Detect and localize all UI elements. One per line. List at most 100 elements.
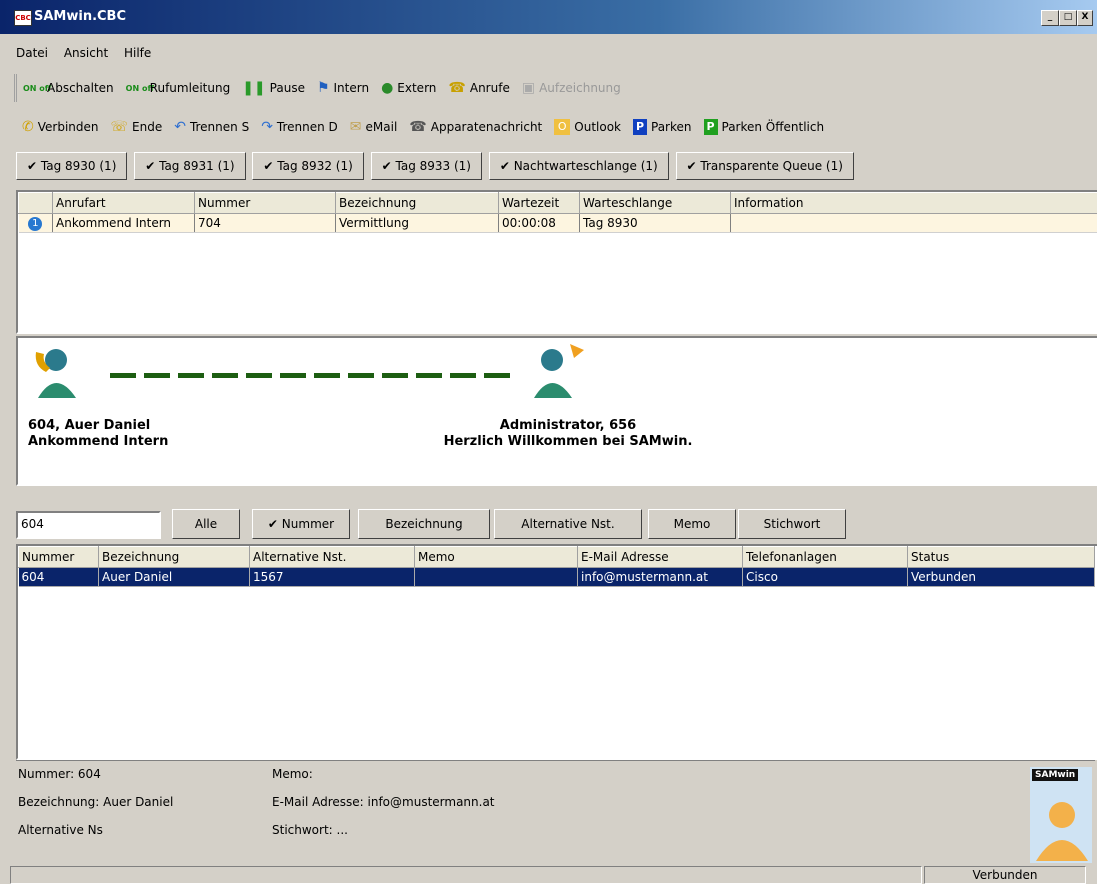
menu-ansicht[interactable]: Ansicht	[62, 44, 110, 62]
cell-memo	[414, 567, 578, 587]
column-header[interactable]: Bezeichnung	[98, 546, 250, 568]
status-bar: Verbunden	[0, 864, 1097, 884]
phone-hangup-icon: ☏	[110, 119, 129, 135]
tab-tag-8933[interactable]: ✔ Tag 8933 (1)	[370, 152, 482, 180]
alle-button[interactable]: Alle	[172, 509, 240, 539]
detail-email: E-Mail Adresse: info@mustermann.at	[272, 795, 495, 809]
search-input[interactable]: 604	[16, 511, 161, 539]
trennen-d-label: Trennen D	[276, 120, 338, 134]
outlook-button[interactable]: O Outlook	[554, 119, 621, 135]
alternative-nst-filter-button[interactable]: Alternative Nst.	[494, 509, 642, 539]
callee-greeting: Herzlich Willkommen bei SAMwin.	[443, 434, 693, 449]
column-header[interactable]: Information	[730, 192, 1097, 214]
anrufe-button[interactable]: ☎ Anrufe	[448, 80, 509, 96]
app-icon: CBC	[14, 10, 32, 26]
callee-name: Administrator, 656	[499, 418, 637, 433]
minimize-button[interactable]: _	[1041, 10, 1059, 26]
trennen-s-button[interactable]: ↶ Trennen S	[174, 119, 249, 135]
caller-type: Ankommend Intern	[28, 434, 169, 449]
split-icon: ↶	[174, 119, 186, 135]
column-header[interactable]: Alternative Nst.	[249, 546, 415, 568]
bezeichnung-filter-button[interactable]: Bezeichnung	[358, 509, 490, 539]
column-header[interactable]	[18, 192, 53, 214]
apparatenachricht-button[interactable]: ☎ Apparatenachricht	[409, 119, 542, 135]
queue-filter-tabs: ✔ Tag 8930 (1) ✔ Tag 8931 (1) ✔ Tag 8932…	[16, 152, 857, 184]
calls-icon: ☎	[448, 80, 466, 96]
stichwort-filter-button[interactable]: Stichwort	[738, 509, 846, 539]
queue-table: Anrufart Nummer Bezeichnung Wartezeit Wa…	[16, 190, 1097, 334]
detail-bezeichnung: Bezeichnung: Auer Daniel	[18, 795, 174, 809]
tab-tag-8931[interactable]: ✔ Tag 8931 (1)	[134, 152, 246, 180]
status-message	[10, 866, 922, 884]
intern-button[interactable]: ⚑ Intern	[317, 80, 369, 96]
detail-stichwort: Stichwort: ...	[272, 823, 348, 837]
nummer-filter-button[interactable]: ✔ Nummer	[252, 509, 350, 539]
trennen-d-button[interactable]: ↷ Trennen D	[261, 119, 338, 135]
aufzeichnung-button[interactable]: ▣ Aufzeichnung	[522, 80, 621, 96]
tab-tag-8932[interactable]: ✔ Tag 8932 (1)	[252, 152, 364, 180]
caller-name: 604, Auer Daniel	[28, 418, 151, 433]
column-header[interactable]: Warteschlange	[579, 192, 731, 214]
callee-avatar-icon	[534, 344, 584, 398]
parken-button[interactable]: P Parken	[633, 119, 692, 135]
column-header[interactable]: Status	[907, 546, 1095, 568]
extern-button[interactable]: ● Extern	[381, 80, 436, 96]
tab-label: Transparente Queue (1)	[700, 159, 843, 173]
verbinden-button[interactable]: ✆ Verbinden	[22, 119, 99, 135]
outlook-icon: O	[554, 119, 571, 135]
column-header[interactable]: Anrufart	[52, 192, 195, 214]
trennen-s-label: Trennen S	[189, 120, 250, 134]
outlook-label: Outlook	[574, 120, 621, 134]
globe-icon: ●	[381, 80, 394, 96]
nummer-filter-label: Nummer	[281, 517, 335, 531]
apparatenachricht-label: Apparatenachricht	[430, 120, 543, 134]
email-button[interactable]: ✉ eMail	[350, 119, 398, 135]
table-row[interactable]: 1 Ankommend Intern 704 Vermittlung 00:00…	[18, 213, 1097, 233]
callee-info: Administrator, 656 Herzlich Willkommen b…	[438, 418, 698, 450]
table-row[interactable]: 604 Auer Daniel 1567 info@mustermann.at …	[18, 567, 1095, 587]
column-header[interactable]: Telefonanlagen	[742, 546, 908, 568]
contact-photo: SAMwin	[1030, 767, 1092, 863]
caller-avatar-icon	[35, 349, 76, 398]
column-header[interactable]: Wartezeit	[498, 192, 580, 214]
check-icon: ✔	[499, 159, 510, 173]
column-header[interactable]: Nummer	[194, 192, 336, 214]
pause-button[interactable]: ❚❚ Pause	[242, 80, 305, 96]
envelope-icon: ✉	[349, 119, 362, 135]
connection-line	[110, 373, 518, 378]
ende-button[interactable]: ☏ Ende	[111, 119, 163, 135]
rufumleitung-button[interactable]: ON off Rufumleitung	[126, 81, 231, 95]
close-button[interactable]: X	[1077, 10, 1093, 26]
maximize-button[interactable]: □	[1059, 10, 1077, 26]
tab-tag-8930[interactable]: ✔ Tag 8930 (1)	[16, 152, 128, 180]
pause-label: Pause	[269, 81, 305, 95]
anrufe-label: Anrufe	[469, 81, 510, 95]
cell-bezeichnung: Vermittlung	[335, 213, 499, 233]
extern-label: Extern	[397, 81, 437, 95]
connection-status: Verbunden	[924, 866, 1086, 884]
menu-hilfe[interactable]: Hilfe	[122, 44, 153, 62]
check-icon: ✔	[145, 159, 156, 173]
row-number-icon: 1	[28, 217, 43, 231]
abschalten-button[interactable]: ON off Abschalten	[23, 81, 114, 95]
memo-filter-button[interactable]: Memo	[648, 509, 736, 539]
menu-datei[interactable]: Datei	[14, 44, 50, 62]
pause-icon: ❚❚	[242, 80, 266, 96]
check-icon: ✔	[263, 159, 274, 173]
intern-label: Intern	[333, 81, 370, 95]
phone-message-icon: ☎	[409, 119, 427, 135]
column-header[interactable]: Memo	[414, 546, 578, 568]
check-icon: ✔	[27, 159, 38, 173]
intern-icon: ⚑	[316, 80, 330, 96]
split-icon: ↷	[261, 119, 273, 135]
detail-nummer: Nummer: 604	[18, 767, 101, 781]
parken-oeffentlich-button[interactable]: P Parken Öffentlich	[703, 119, 824, 135]
verbinden-label: Verbinden	[37, 120, 99, 134]
column-header[interactable]: Bezeichnung	[335, 192, 499, 214]
column-header[interactable]: E-Mail Adresse	[577, 546, 743, 568]
record-icon: ▣	[521, 80, 536, 96]
tab-transparente-queue[interactable]: ✔ Transparente Queue (1)	[675, 152, 854, 180]
window-title: SAMwin.CBC	[34, 9, 127, 24]
column-header[interactable]: Nummer	[18, 546, 99, 568]
tab-nachtwarteschlange[interactable]: ✔ Nachtwarteschlange (1)	[488, 152, 669, 180]
